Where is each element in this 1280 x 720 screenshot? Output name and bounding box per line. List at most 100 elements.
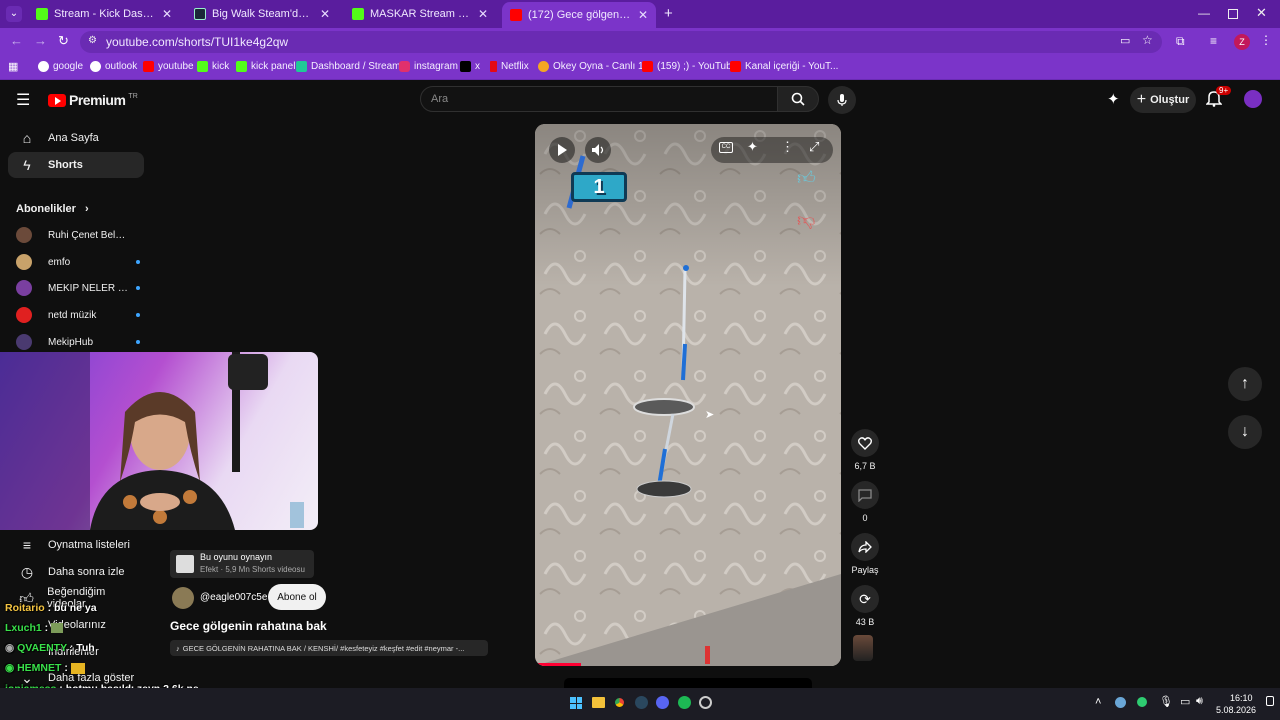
tab-youtube-short[interactable]: (172) Gece gölgenin rahatına bak ✕ [502, 2, 656, 28]
close-tab-icon[interactable]: ✕ [478, 7, 488, 21]
search-input[interactable]: Ara [420, 86, 778, 112]
extensions-icon[interactable]: ⧉ [1176, 34, 1185, 49]
share-button[interactable]: Paylaş [850, 533, 880, 575]
profile-avatar[interactable]: Z [1234, 34, 1250, 50]
bookmark-netflix[interactable]: Netflix [490, 61, 529, 72]
tab-steam[interactable]: Big Walk Steam'de %25 İndirimde ✕ [186, 2, 338, 26]
more-options-icon[interactable]: ⋮ [781, 139, 794, 155]
spotify-icon[interactable] [678, 696, 691, 709]
bookmark-kick-panel[interactable]: kick panel [236, 61, 295, 72]
subscription-item[interactable]: Ruhi Çenet Belgese... [8, 223, 144, 247]
bookmark-instagram[interactable]: instagram [399, 61, 458, 72]
bookmark-dashboard[interactable]: Dashboard / Stream... [296, 61, 409, 72]
account-avatar[interactable] [1244, 90, 1262, 108]
tab-bar: ⌄ Stream - Kick Dashboard ✕ Big Walk Ste… [0, 0, 1280, 28]
plus-icon: + [1136, 91, 1147, 108]
browser-menu-icon[interactable]: ⋮ [1260, 33, 1272, 47]
bookmark-star-icon[interactable]: ☆ [1142, 33, 1153, 47]
sidebar-item-shorts[interactable]: ϟ Shorts [8, 152, 144, 178]
clock-date[interactable]: 5.08.2026 [1216, 705, 1256, 715]
network-icon[interactable]: ▭ [1180, 695, 1190, 708]
restore-icon[interactable] [1228, 9, 1238, 19]
game-score-badge: 1 [571, 172, 627, 202]
effect-chip[interactable]: Bu oyunu oynayın Efekt · 5,9 Mn Shorts v… [170, 550, 314, 578]
bookmark-outlook[interactable]: outlook [90, 61, 137, 72]
remix-button[interactable]: ⟳ 43 B [850, 585, 880, 627]
search-button[interactable] [777, 86, 819, 112]
previous-short-button[interactable]: ↑ [1228, 367, 1262, 401]
subscriptions-header[interactable]: Abonelikler › [16, 203, 89, 215]
tab-maskar-stream[interactable]: MASKAR Stream - Watch Live on Kick ✕ [344, 2, 496, 26]
sidebar-item-home[interactable]: ⌂ Ana Sayfa [8, 125, 144, 151]
bookmark-google[interactable]: google [38, 61, 83, 72]
extension-sparkle-icon[interactable]: ✦ [1107, 90, 1120, 108]
chrome-icon[interactable] [613, 696, 626, 709]
fullscreen-icon[interactable]: ⤢ [809, 139, 819, 155]
subscription-item[interactable]: netd müzik [8, 303, 144, 327]
create-button[interactable]: + Oluştur [1130, 87, 1196, 113]
file-explorer-icon[interactable] [592, 697, 605, 708]
sound-thumbnail[interactable] [853, 635, 873, 661]
captions-icon[interactable]: CC [719, 142, 733, 153]
obs-icon[interactable] [699, 696, 712, 709]
bookmark-kick[interactable]: kick [197, 61, 229, 72]
hamburger-menu-icon[interactable]: ☰ [16, 90, 30, 110]
close-window-icon[interactable]: ✕ [1256, 5, 1267, 21]
subscription-item[interactable]: MEKİP NELER N... [8, 276, 144, 300]
start-windows-icon[interactable] [570, 697, 582, 709]
tray-mic-icon[interactable]: 🎙︎ [1159, 695, 1173, 708]
next-short-button[interactable]: ↓ [1228, 415, 1262, 449]
channel-name[interactable]: @eagle007c5e [200, 592, 267, 603]
music-chip[interactable]: ♪ GECE GÖLGENİN RAHATINA BAK / KENSHİ/ #… [170, 640, 488, 656]
volume-icon[interactable]: 🔊︎ [1196, 695, 1203, 708]
tab-kick-dashboard[interactable]: Stream - Kick Dashboard ✕ [28, 2, 180, 26]
discord-icon[interactable] [656, 696, 669, 709]
minimize-icon[interactable]: — [1198, 6, 1210, 20]
subscription-item[interactable]: emfo [8, 250, 144, 274]
like-button[interactable]: 6,7 B [850, 429, 880, 471]
heart-icon [858, 436, 872, 450]
close-tab-icon[interactable]: ✕ [638, 8, 648, 22]
url-field[interactable]: ⚙ youtube.com/shorts/TUI1ke4g2qw ▭ ☆ [80, 31, 1162, 53]
bookmark-youtube-159[interactable]: (159) ;) - YouTube [642, 61, 737, 72]
bookmark-kanal[interactable]: Kanal içeriği - YouT... [730, 61, 838, 72]
netflix-icon [490, 61, 497, 72]
sidebar-item-playlists[interactable]: ≡ Oynatma listeleri [8, 532, 144, 558]
close-tab-icon[interactable]: ✕ [162, 7, 172, 21]
back-icon[interactable]: ← [10, 33, 23, 48]
steam-icon[interactable] [635, 696, 648, 709]
subscription-item[interactable]: MekipHub [8, 330, 144, 354]
close-tab-icon[interactable]: ✕ [320, 7, 330, 21]
bookmark-youtube[interactable]: youtube [143, 61, 194, 72]
channel-avatar[interactable] [172, 587, 194, 609]
notification-badge: 9+ [1216, 86, 1232, 95]
voice-search-button[interactable] [828, 86, 856, 114]
short-video-player[interactable]: 👍︎ 👎︎ 1 CC ✦ ⋮ ⤢ ➤ [535, 124, 841, 666]
new-content-dot [136, 313, 140, 317]
media-icon[interactable]: ≡ [1210, 34, 1217, 48]
reload-icon[interactable]: ↻ [58, 33, 69, 49]
subscribe-button[interactable]: Abone ol [268, 584, 326, 610]
volume-button[interactable] [585, 137, 611, 163]
new-tab-button[interactable]: + [664, 5, 673, 22]
chat-message: ◉ HEMNET : [5, 662, 85, 674]
apps-grid-icon[interactable]: ▦ [8, 60, 18, 73]
site-info-icon[interactable]: ⚙ [88, 35, 97, 46]
play-button[interactable] [549, 137, 575, 163]
search-icon [791, 92, 805, 106]
bookmark-okey[interactable]: Okey Oyna - Canlı 1... [538, 61, 652, 72]
notifications-button[interactable]: 9+ [1205, 86, 1232, 112]
notification-center-icon[interactable] [1266, 696, 1274, 706]
clock-time[interactable]: 16:10 [1230, 693, 1253, 703]
tray-steam-icon[interactable] [1115, 697, 1126, 708]
tab-search-button[interactable]: ⌄ [6, 6, 22, 22]
effect-sparkle-icon[interactable]: ✦ [747, 139, 758, 155]
tray-green-icon[interactable] [1137, 697, 1147, 707]
sidebar-item-watch-later[interactable]: ◷ Daha sonra izle [8, 559, 144, 585]
install-app-icon[interactable]: ▭ [1120, 34, 1130, 47]
youtube-logo[interactable]: Premium TR [48, 92, 138, 108]
bookmark-x[interactable]: x [460, 61, 480, 72]
tray-chevron-icon[interactable]: ˄ [1095, 696, 1101, 708]
comments-button[interactable]: 0 [850, 481, 880, 523]
forward-icon[interactable]: → [34, 33, 47, 48]
